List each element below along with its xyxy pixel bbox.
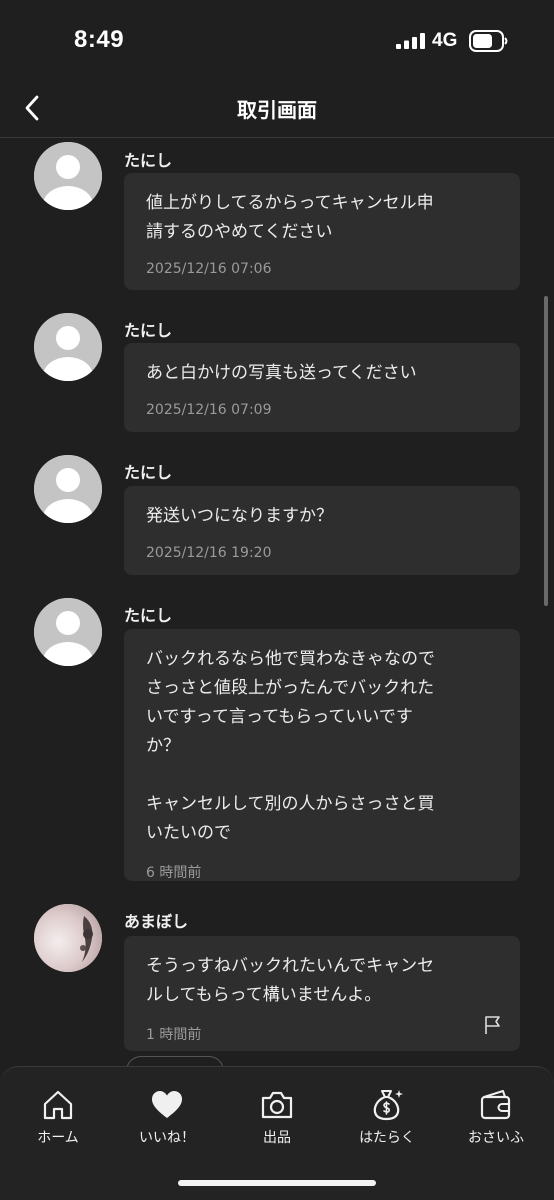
tab-label: 出品 — [263, 1130, 291, 1146]
tab-label: いいね！ — [139, 1130, 195, 1146]
heart-icon — [152, 1091, 182, 1118]
tab-likes[interactable]: いいね！ — [117, 1087, 217, 1147]
signal-icon — [396, 33, 425, 49]
default-avatar-icon — [34, 598, 102, 666]
flag-icon[interactable] — [484, 1015, 502, 1035]
message-bubble[interactable]: そうっすねバックれたいんでキャンセ ルしてもらって構いませんよ。 1 時間前 — [124, 936, 520, 1051]
sender-name: たにし — [124, 321, 173, 340]
message-bubble[interactable]: 値上がりしてるからってキャンセル申 請するのやめてください 2025/12/16… — [124, 173, 520, 290]
tab-label: はたらく — [359, 1130, 415, 1146]
home-indicator — [178, 1180, 376, 1186]
camera-icon — [261, 1091, 293, 1119]
money-bag-icon — [373, 1090, 403, 1121]
message-text: 値上がりしてるからってキャンセル申 請するのやめてください — [146, 193, 434, 242]
message-text: 発送いつになりますか？ — [146, 506, 333, 526]
message-time: 2025/12/16 19:20 — [146, 545, 272, 561]
scrollbar[interactable] — [544, 296, 548, 606]
avatar[interactable] — [34, 455, 102, 523]
message-bubble[interactable]: 発送いつになりますか？ 2025/12/16 19:20 — [124, 486, 520, 575]
tab-home[interactable]: ホーム — [8, 1087, 108, 1147]
partial-action-button[interactable] — [126, 1056, 224, 1066]
message-time: 6 時間前 — [146, 865, 202, 881]
tab-work[interactable]: はたらく — [337, 1087, 437, 1147]
battery-icon — [469, 30, 508, 52]
tab-wallet[interactable]: おさいふ — [446, 1087, 546, 1147]
status-time: 8:49 — [74, 26, 125, 53]
tab-label: ホーム — [37, 1130, 79, 1146]
default-avatar-icon — [34, 455, 102, 523]
avatar[interactable] — [34, 313, 102, 381]
home-icon — [43, 1090, 73, 1120]
tab-label: おさいふ — [468, 1130, 524, 1146]
message-time: 2025/12/16 07:09 — [146, 402, 272, 418]
sender-name: たにし — [124, 463, 173, 482]
header: 取引画面 — [0, 78, 554, 138]
avatar[interactable] — [34, 142, 102, 210]
user-photo-avatar — [34, 904, 102, 972]
message-bubble[interactable]: あと白かけの写真も送ってください 2025/12/16 07:09 — [124, 343, 520, 432]
message-bubble[interactable]: バックれるなら他で買わなきゃなので さっさと値段上がったんでバックれた いですっ… — [124, 629, 520, 881]
message-time: 1 時間前 — [146, 1027, 202, 1043]
sender-name: あまぼし — [124, 912, 189, 931]
avatar[interactable] — [34, 904, 102, 972]
tab-sell[interactable]: 出品 — [227, 1087, 327, 1147]
sender-name: たにし — [124, 151, 173, 170]
default-avatar-icon — [34, 142, 102, 210]
message-time: 2025/12/16 07:06 — [146, 261, 272, 277]
sender-name: たにし — [124, 606, 173, 625]
status-bar: 8:49 4G — [0, 0, 554, 78]
message-text: そうっすねバックれたいんでキャンセ ルしてもらって構いませんよ。 — [146, 956, 435, 1005]
message-text: あと白かけの写真も送ってください — [146, 363, 417, 383]
page-title: 取引画面 — [237, 98, 317, 122]
message-text: バックれるなら他で買わなきゃなので さっさと値段上がったんでバックれた いですっ… — [146, 649, 435, 843]
chat-area[interactable]: たにし 値上がりしてるからってキャンセル申 請するのやめてください 2025/1… — [0, 139, 554, 1066]
network-type: 4G — [432, 30, 458, 51]
wallet-icon — [480, 1090, 511, 1120]
default-avatar-icon — [34, 313, 102, 381]
avatar[interactable] — [34, 598, 102, 666]
